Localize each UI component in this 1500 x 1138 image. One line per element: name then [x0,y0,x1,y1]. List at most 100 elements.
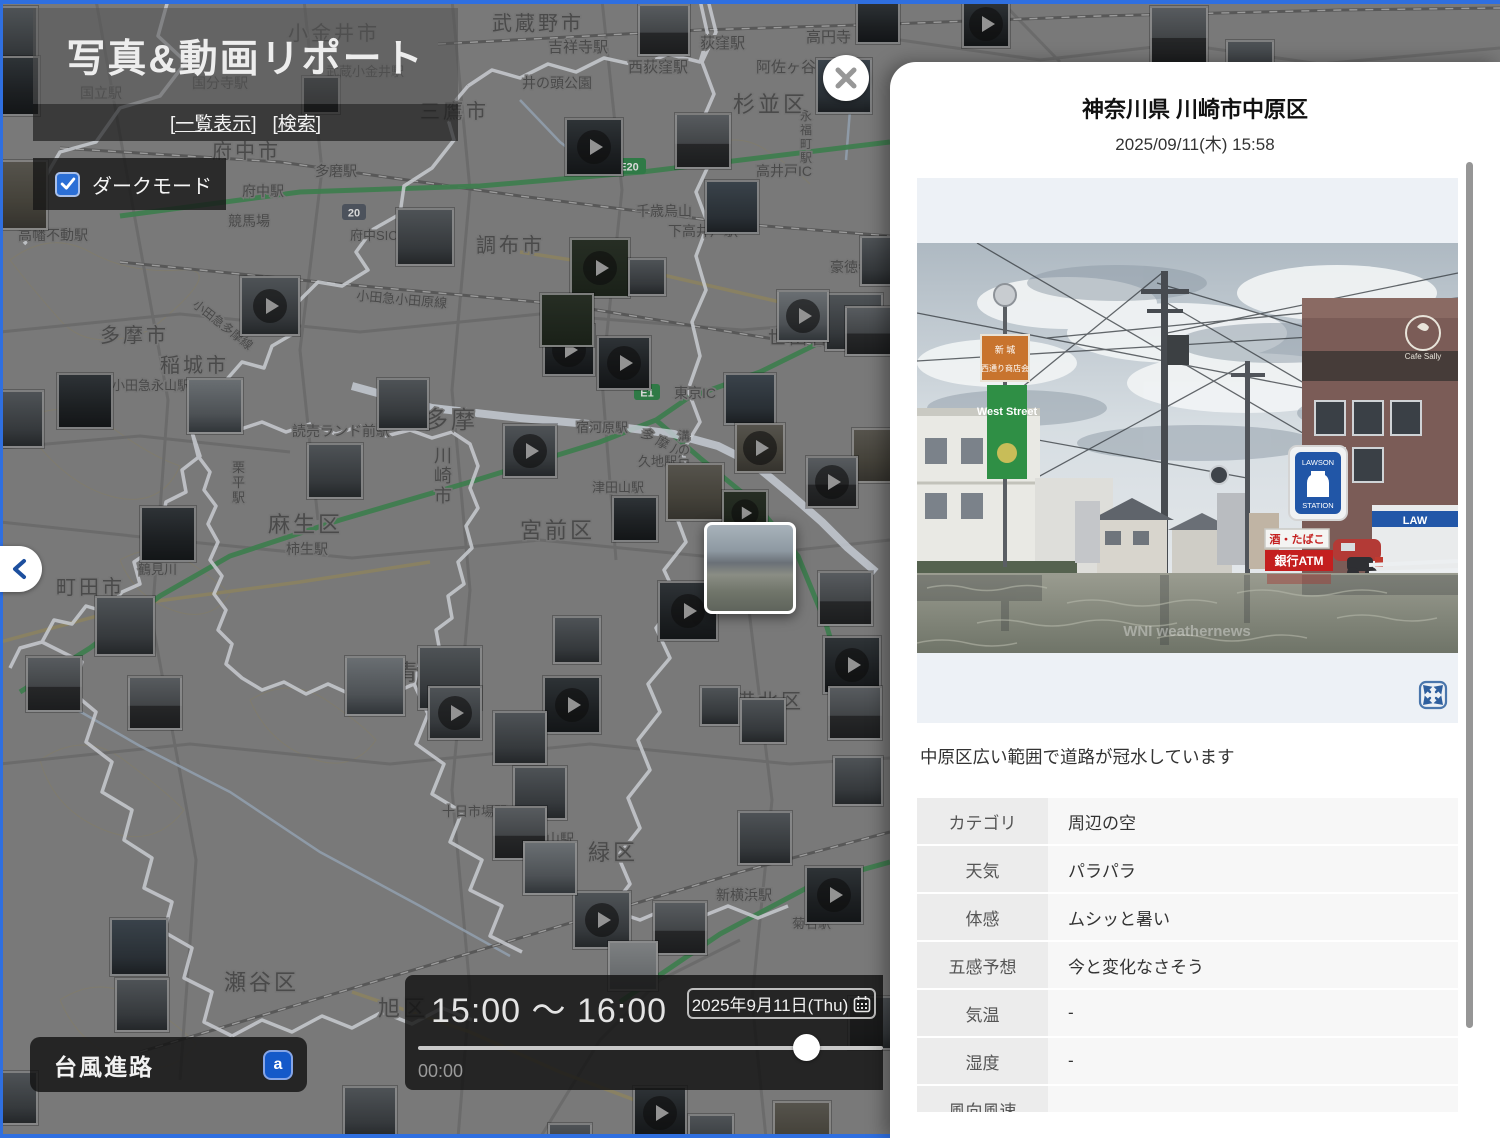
cafe-sign: Cafe Sally [1405,352,1441,361]
selected-photo-thumbnail[interactable] [704,522,796,614]
photo-thumbnail[interactable] [724,373,776,425]
play-icon [253,289,287,323]
video-thumbnail[interactable] [543,676,601,734]
table-row-value: パラパラ [1048,846,1458,892]
map-label: 緑区 [588,840,638,865]
photo-thumbnail[interactable] [828,686,882,740]
photo-thumbnail[interactable] [26,656,82,712]
map-label: 杉並区 [733,92,808,117]
photo-thumbnail[interactable] [653,901,707,955]
photo-thumbnail[interactable] [845,306,895,356]
watermark: WNI weathernews [1123,623,1251,640]
photo-thumbnail[interactable] [343,1086,397,1138]
video-thumbnail[interactable] [503,424,557,478]
fullscreen-button[interactable] [1418,680,1448,710]
time-slider-handle[interactable] [793,1034,820,1061]
photo-thumbnail[interactable] [57,373,113,429]
typhoon-track-label: 台風進路 [54,1048,154,1082]
photo-thumbnail[interactable] [740,698,786,744]
west-street-banner: West Street [977,406,1038,418]
play-icon [643,1096,677,1130]
photo-thumbnail[interactable] [773,1101,831,1138]
shotengai-sign-bottom: 西通り商店会 [981,363,1029,373]
play-icon [577,130,611,164]
photo-thumbnail[interactable] [1150,6,1208,64]
search-link[interactable]: [検索] [273,109,322,136]
photo-thumbnail[interactable] [675,113,731,169]
photo-thumbnail[interactable] [738,811,792,865]
photo-thumbnail[interactable] [700,686,740,726]
video-thumbnail[interactable] [806,456,858,508]
map-label: 麻生区 [268,512,343,537]
page-title-box: 写真&動画リポート [33,8,458,104]
play-icon [786,299,820,333]
close-panel-button[interactable] [823,55,869,101]
list-view-link[interactable]: [一覧表示] [170,109,257,136]
photo-thumbnail[interactable] [140,506,196,562]
table-row: 風向風速 [917,1086,1458,1112]
scrollbar-thumb[interactable] [1466,162,1473,1028]
shotengai-sign-top: 新 城 [995,344,1016,355]
view-links: [一覧表示] [検索] [33,104,458,141]
map-label: 多摩 [424,407,478,434]
table-row-value: ムシッと暑い [1048,894,1458,940]
photo-thumbnail[interactable] [833,756,883,806]
photo-thumbnail[interactable] [110,918,168,976]
photo-thumbnail[interactable] [612,496,658,542]
map-label: 稲城市 [160,354,229,377]
video-thumbnail[interactable] [570,238,630,298]
table-row-value: - [1048,990,1458,1036]
photo-thumbnail[interactable] [396,208,454,266]
map-label: 荻窪駅 [700,35,745,52]
photo-thumbnail[interactable] [856,0,900,44]
play-icon [585,903,619,937]
report-info-table: カテゴリ周辺の空天気パラパラ体感ムシッと暑い五感予想今と変化なさそう気温-湿度-… [917,798,1458,1112]
play-icon [583,251,617,285]
photo-thumbnail[interactable] [493,711,547,765]
photo-thumbnail[interactable] [377,378,429,430]
map-label: 新横浜駅 [716,887,772,903]
video-thumbnail[interactable] [240,276,300,336]
lawson-sign-top: LAWSON [1302,458,1334,467]
video-thumbnail[interactable] [633,1086,687,1138]
video-thumbnail[interactable] [777,290,829,342]
play-icon [835,648,869,682]
table-row: 湿度- [917,1038,1458,1084]
chevron-left-icon [8,556,34,582]
photo-thumbnail[interactable] [553,616,601,664]
video-thumbnail[interactable] [735,423,785,473]
photo-thumbnail[interactable] [187,378,243,434]
date-picker-button[interactable]: 2025年9月11日(Thu) [687,988,876,1019]
video-thumbnail[interactable] [597,336,651,390]
play-icon [513,434,547,468]
photo-thumbnail[interactable] [115,978,169,1032]
typhoon-toggle-button[interactable]: a [263,1050,293,1080]
video-thumbnail[interactable] [565,118,623,176]
photo-thumbnail[interactable] [638,4,690,56]
report-photo[interactable]: 新 城 西通り商店会 West Street [917,243,1458,653]
photo-thumbnail[interactable] [307,443,363,499]
photo-thumbnail[interactable] [0,390,44,448]
map-label: 西荻窪駅 [628,59,688,76]
map-label: 宮前区 [520,518,595,543]
photo-thumbnail[interactable] [818,571,873,626]
photo-thumbnail[interactable] [345,656,405,716]
photo-thumbnail[interactable] [128,676,182,730]
dark-mode-checkbox[interactable] [55,172,80,197]
video-thumbnail[interactable] [962,0,1010,48]
photo-thumbnail[interactable] [95,596,155,656]
table-row-label: 風向風速 [917,1086,1048,1112]
map-label: 栗平駅 [232,460,245,505]
dark-mode-label: ダークモード [92,170,212,199]
photo-thumbnail[interactable] [666,463,724,521]
video-thumbnail[interactable] [805,866,863,924]
photo-thumbnail[interactable] [628,258,666,296]
video-thumbnail[interactable] [428,686,482,740]
play-icon [555,688,589,722]
table-row: 五感予想今と変化なさそう [917,942,1458,988]
photo-thumbnail[interactable] [540,293,594,347]
page-border-bottom [0,1134,890,1138]
photo-thumbnail[interactable] [523,841,577,895]
close-icon [834,66,858,90]
photo-thumbnail[interactable] [705,180,759,234]
